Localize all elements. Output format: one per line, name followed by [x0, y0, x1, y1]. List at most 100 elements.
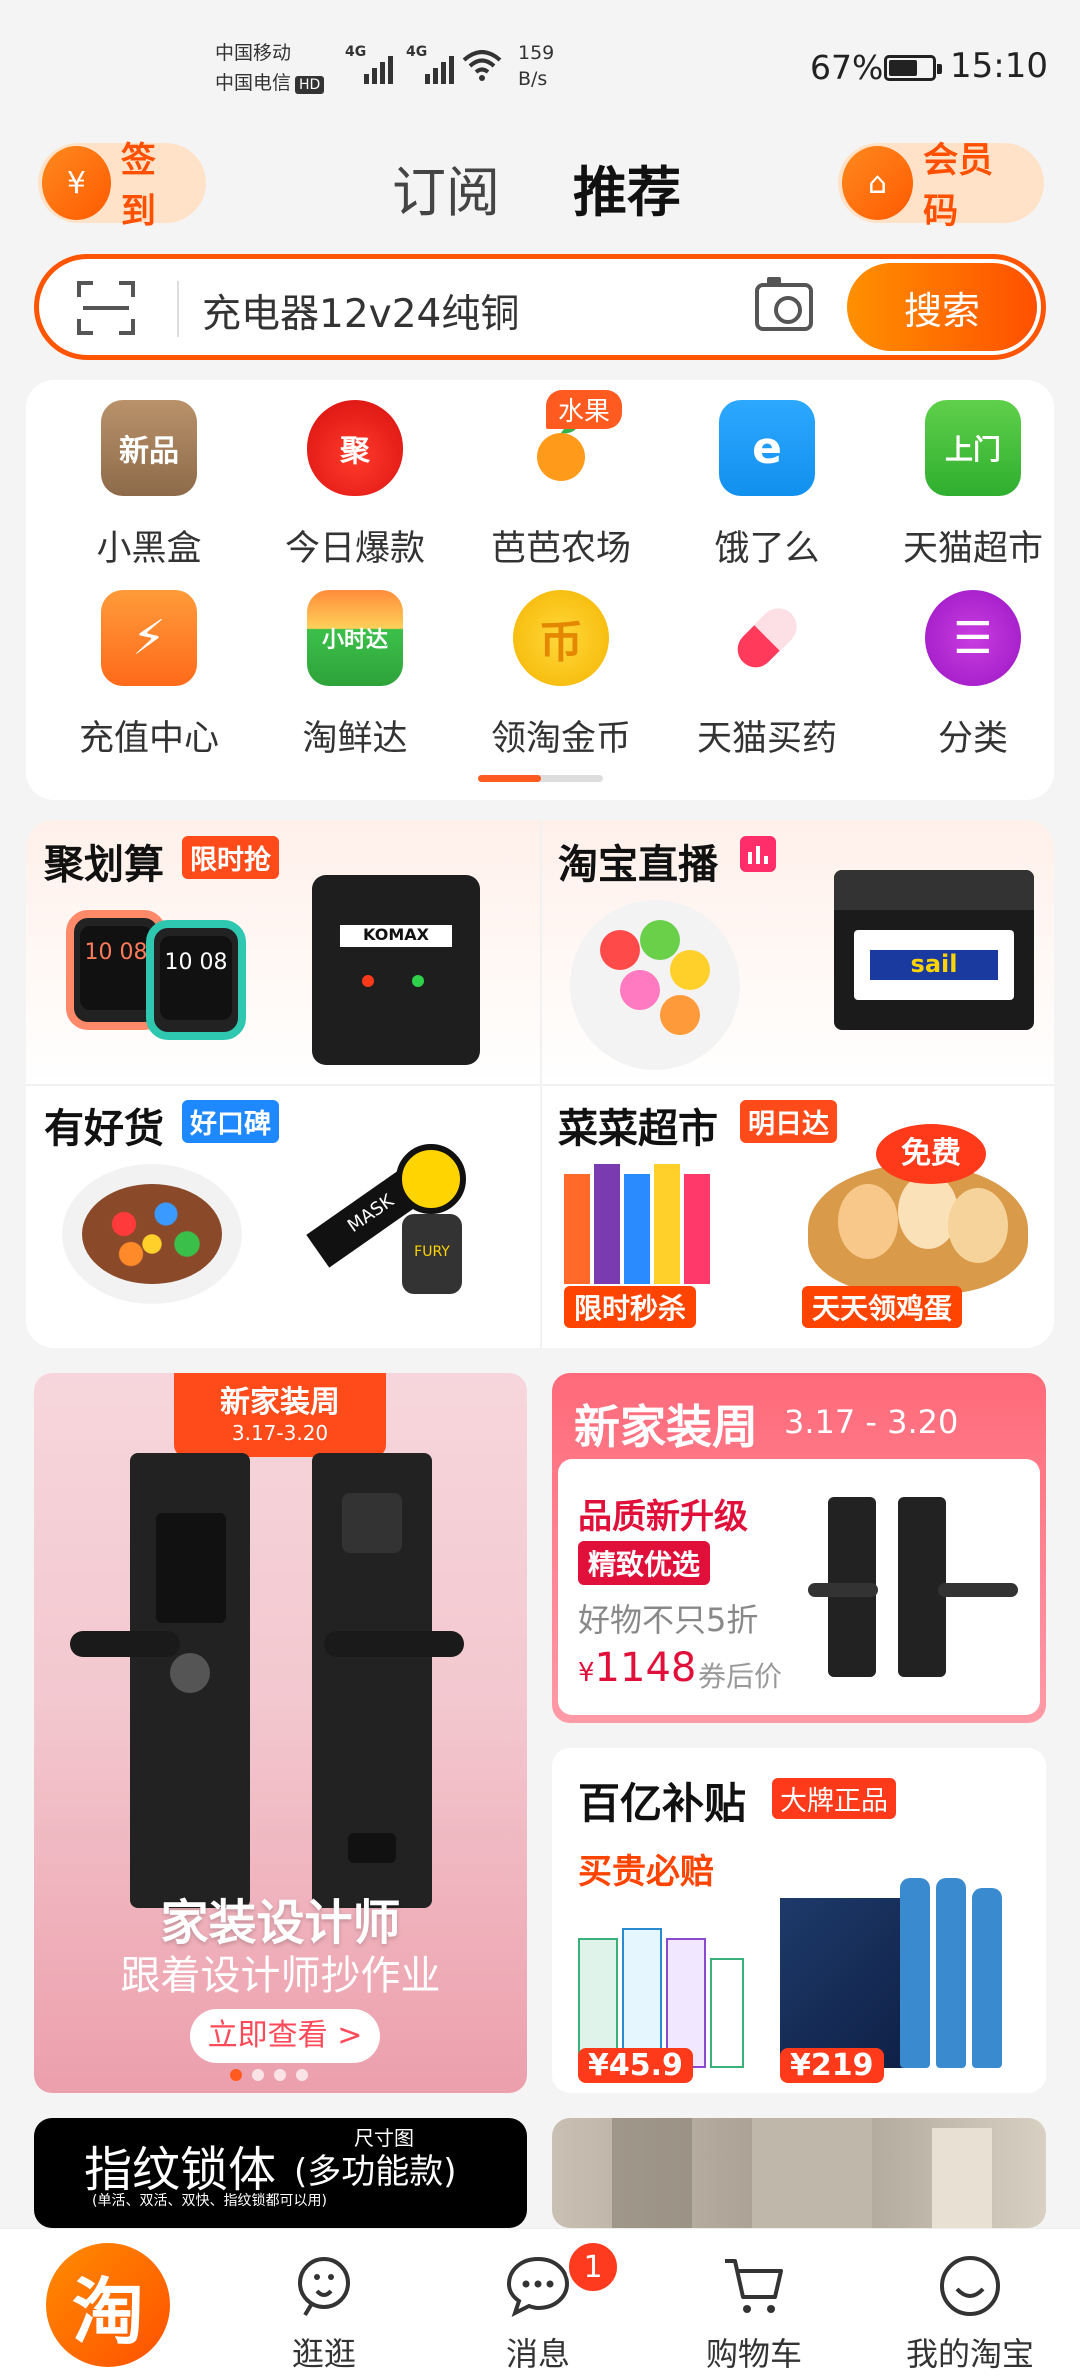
shortcut-grid: 水果 新品 小黑盒 聚 今日爆款 芭芭农场 e 饿了么 上门 天猫超市 ⚡ 充值…: [26, 380, 1054, 800]
price-tag-1: ¥45.9: [578, 2048, 693, 2083]
astronaut-figure-label: FURY: [402, 1214, 462, 1294]
battery-brand-label: sail: [870, 950, 998, 980]
home-week-title: 新家装周: [220, 1385, 340, 1420]
scan-icon[interactable]: [77, 281, 135, 335]
quality-headline: 品质新升级: [578, 1497, 748, 1537]
pill-icon: [719, 590, 815, 686]
live-chart-icon: [740, 836, 776, 872]
candy-bowl-image: [570, 900, 740, 1070]
chocolate-beans-image: [62, 1164, 242, 1304]
grid-item-recharge[interactable]: ⚡ 充值中心: [46, 570, 252, 760]
home-week-dates: 3.17-3.20: [231, 1421, 329, 1445]
feed-card-fingerprint-lock[interactable]: 指纹锁体 (多功能款) 尺寸图 (单活、双活、双快、指纹锁都可以用): [34, 2118, 527, 2228]
grid-item-tmall-supermarket[interactable]: 上门 天猫超市: [870, 380, 1076, 570]
grid-item-gold-coins[interactable]: 币 领淘金币: [458, 570, 664, 760]
hd-badge: HD: [295, 76, 325, 94]
grid-item-xiaoheihe[interactable]: 新品 小黑盒: [46, 380, 252, 570]
signal-1-icon: [364, 48, 393, 84]
grid-item-hot-deals[interactable]: 聚 今日爆款: [252, 380, 458, 570]
nav-item-browse[interactable]: 逛逛: [234, 2229, 414, 2376]
juhuasuan-title: 聚划算: [44, 842, 164, 888]
tab-subscribe[interactable]: 订阅: [392, 148, 500, 227]
battery-icon: [884, 55, 942, 81]
subsidy-tag: 大牌正品: [772, 1778, 896, 1819]
nav-item-my-taobao[interactable]: 我的淘宝: [880, 2229, 1060, 2376]
price-value: 1148: [594, 1645, 697, 1691]
feed-card-product-photo[interactable]: [552, 2118, 1046, 2228]
eggs-basket-image: [808, 1164, 1028, 1294]
view-now-button[interactable]: 立即查看 >: [190, 2009, 380, 2063]
home-week-title-2: 新家装周: [574, 1400, 758, 1454]
toothpaste-image: [578, 1918, 748, 2068]
youhaohuo-section[interactable]: 有好货 好口碑 MASK FURY: [26, 1084, 540, 1348]
fruit-badge: 水果: [546, 390, 623, 429]
grid-item-eleme[interactable]: e 饿了么: [664, 380, 870, 570]
tmall-cat-icon: 上门: [925, 400, 1021, 496]
keychain-image: MASK FURY: [286, 1124, 506, 1334]
car-battery-image: sail: [834, 870, 1034, 1030]
network-speed-value: 159: [518, 42, 555, 64]
lightning-icon: ⚡: [101, 590, 197, 686]
grid-item-category[interactable]: ☰ 分类: [870, 570, 1076, 760]
clock: 15:10: [950, 46, 1048, 86]
nav-label: 逛逛: [291, 2335, 356, 2373]
grid-item-taoxianda[interactable]: 小时达 淘鲜达: [252, 570, 458, 760]
status-bar: 中国移动 中国电信 HD 4G 4G 159 B/s 67% 15:10: [0, 0, 1080, 130]
member-code-label: 会员码: [923, 141, 994, 232]
browse-icon: [291, 2253, 357, 2319]
checkin-icon: ¥: [42, 146, 111, 220]
checkin-button[interactable]: ¥ 签到: [38, 141, 206, 232]
grocery-basket-icon: 小时达: [307, 590, 403, 686]
carousel-dots: [230, 2069, 308, 2081]
carrier-info: 中国移动 中国电信 HD: [215, 38, 325, 98]
lock-body-subtitle: (多功能款): [294, 2152, 457, 2192]
liquor-gift-box-image: [780, 1878, 1020, 2068]
smart-lock-image-1: [130, 1453, 250, 1908]
feed-card-home-design[interactable]: 新家装周 3.17-3.20 家装设计师 跟着设计师抄作业 立即查看 >: [34, 1373, 527, 2093]
nav-item-cart[interactable]: 购物车: [664, 2229, 844, 2376]
grid-page-indicator: [478, 775, 603, 782]
price-tag-2: ¥219: [780, 2048, 884, 2083]
subsidy-slogan: 买贵必赔: [578, 1852, 714, 1892]
subsidy-title: 百亿补贴: [578, 1779, 747, 1828]
caicai-section[interactable]: 菜菜超市 明日达 限时秒杀 免费 天天领鸡蛋: [540, 1084, 1054, 1348]
taobao-live-section[interactable]: 淘宝直播 sail: [540, 820, 1054, 1084]
taobao-live-title: 淘宝直播: [558, 842, 718, 888]
price-suffix: 券后价: [698, 1660, 783, 1693]
watch-face-2: 10 08: [160, 936, 232, 1020]
feed-card-quality-upgrade[interactable]: 新家装周 3.17 - 3.20 品质新升级 精致优选 好物不只5折 ¥1148…: [552, 1373, 1046, 1723]
flash-sale-tag: 限时秒杀: [564, 1286, 697, 1328]
youhaohuo-tag: 好口碑: [182, 1100, 279, 1143]
komax-label: KOMAX: [340, 925, 452, 947]
search-divider: [177, 281, 179, 337]
taobao-home-icon[interactable]: 淘: [46, 2243, 170, 2367]
size-chart-label: 尺寸图: [354, 2126, 414, 2150]
search-button[interactable]: 搜索: [847, 263, 1037, 351]
komax-device-image: KOMAX: [312, 875, 480, 1065]
grid-label: 天猫买药: [696, 719, 837, 759]
youhaohuo-title: 有好货: [44, 1106, 164, 1152]
grid-item-tmall-pharmacy[interactable]: 天猫买药: [664, 570, 870, 760]
grid-label: 充值中心: [78, 719, 219, 759]
juhuasuan-section[interactable]: 聚划算 限时抢 10 08 10 08 KOMAX: [26, 820, 540, 1084]
caicai-title: 菜菜超市: [558, 1106, 718, 1152]
flame-icon: 聚: [307, 400, 403, 496]
home-week-dates-2: 3.17 - 3.20: [784, 1403, 959, 1441]
tab-recommend[interactable]: 推荐: [573, 148, 681, 227]
network-speed-unit: B/s: [518, 68, 548, 90]
feed-card-subsidy[interactable]: 百亿补贴 大牌正品 买贵必赔 ¥45.9 ¥219: [552, 1748, 1046, 2093]
search-input[interactable]: 充电器12v24纯铜: [202, 283, 519, 339]
search-bar[interactable]: 充电器12v24纯铜 搜索: [34, 254, 1046, 360]
smiley-profile-icon: [937, 2253, 1003, 2319]
camera-icon[interactable]: [755, 277, 813, 331]
daily-eggs-tag: 天天领鸡蛋: [802, 1286, 963, 1328]
grid-label: 今日爆款: [284, 529, 425, 569]
member-code-button[interactable]: ⌂ 会员码: [838, 141, 1044, 232]
nav-label: 我的淘宝: [905, 2335, 1034, 2373]
grid-label: 小黑盒: [96, 529, 202, 569]
new-product-box-icon: 新品: [101, 400, 197, 496]
quality-price: ¥1148: [578, 1645, 696, 1691]
grid-label: 芭芭农场: [490, 529, 631, 569]
shopping-cart-icon: [721, 2253, 787, 2319]
price-currency: ¥: [578, 1658, 595, 1688]
